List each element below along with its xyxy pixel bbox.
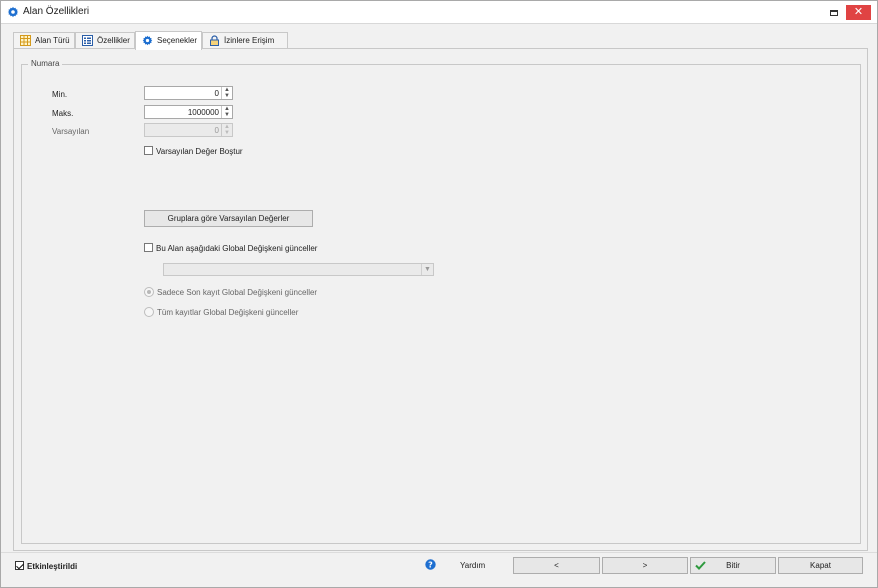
title-bar: Alan Özellikleri ✕ xyxy=(1,1,877,24)
max-spinner-arrows[interactable]: ▲ ▼ xyxy=(221,106,232,118)
radio-all-records[interactable] xyxy=(144,307,154,317)
default-spinner[interactable]: 0 ▲ ▼ xyxy=(144,123,233,137)
max-value: 1000000 xyxy=(187,108,219,117)
tab-field-type[interactable]: Alan Türü xyxy=(13,32,75,49)
footer-separator xyxy=(1,552,877,553)
previous-button[interactable]: < xyxy=(513,557,600,574)
options-panel: Numara Min. 0 ▲ ▼ Maks. 1000000 ▲ ▼ Vars… xyxy=(13,48,868,551)
radio-last-record[interactable] xyxy=(144,287,154,297)
properties-window: Alan Özellikleri ✕ Alan Türü Özellikler … xyxy=(0,0,878,588)
lock-icon xyxy=(210,35,219,46)
group-defaults-button[interactable]: Gruplara göre Varsayılan Değerler xyxy=(144,210,313,227)
enabled-label: Etkinleştirildi xyxy=(27,562,78,571)
finish-button[interactable]: Bitir xyxy=(690,557,776,574)
chevron-down-icon[interactable]: ▼ xyxy=(421,264,433,275)
update-global-label: Bu Alan aşağıdaki Global Değişkeni günce… xyxy=(156,244,318,253)
default-value: 0 xyxy=(214,126,219,135)
tab-options[interactable]: Seçenekler xyxy=(135,31,202,50)
gear-icon xyxy=(7,6,19,18)
tab-properties[interactable]: Özellikler xyxy=(75,32,135,49)
min-label: Min. xyxy=(52,90,68,99)
help-icon[interactable]: ? xyxy=(425,559,436,570)
max-label: Maks. xyxy=(52,109,74,118)
default-empty-label: Varsayılan Değer Boştur xyxy=(156,147,243,156)
tab-access-permissions-label: İzinlere Erişim xyxy=(224,36,275,45)
radio-all-records-label: Tüm kayıtlar Global Değişkeni günceller xyxy=(157,308,299,317)
maximize-button[interactable] xyxy=(827,7,841,19)
number-group-legend: Numara xyxy=(28,59,63,68)
global-variable-select[interactable]: ▼ xyxy=(163,263,434,276)
default-spinner-arrows[interactable]: ▲ ▼ xyxy=(221,124,232,136)
min-value: 0 xyxy=(214,89,219,98)
max-spinner[interactable]: 1000000 ▲ ▼ xyxy=(144,105,233,119)
close-button[interactable]: Kapat xyxy=(778,557,863,574)
list-icon xyxy=(82,35,93,46)
finish-label: Bitir xyxy=(726,561,740,570)
default-empty-checkbox[interactable] xyxy=(144,146,153,155)
gear-icon xyxy=(142,35,153,46)
next-button[interactable]: > xyxy=(602,557,688,574)
update-global-checkbox[interactable] xyxy=(144,243,153,252)
close-window-button[interactable]: ✕ xyxy=(846,5,871,20)
min-spinner-arrows[interactable]: ▲ ▼ xyxy=(221,87,232,99)
enabled-checkbox[interactable] xyxy=(15,561,24,570)
default-label: Varsayılan xyxy=(52,127,90,136)
svg-text:?: ? xyxy=(428,560,433,569)
tab-field-type-label: Alan Türü xyxy=(35,36,70,45)
window-title: Alan Özellikleri xyxy=(23,6,90,17)
tab-access-permissions[interactable]: İzinlere Erişim xyxy=(202,32,288,49)
radio-last-record-label: Sadece Son kayıt Global Değişkeni güncel… xyxy=(157,288,318,297)
spin-down-icon[interactable]: ▼ xyxy=(224,130,230,136)
maximize-icon xyxy=(830,10,838,16)
tab-options-label: Seçenekler xyxy=(157,36,198,45)
spin-down-icon[interactable]: ▼ xyxy=(224,93,230,99)
help-label[interactable]: Yardım xyxy=(460,561,485,570)
table-icon xyxy=(20,35,31,46)
tab-properties-label: Özellikler xyxy=(97,36,130,45)
min-spinner[interactable]: 0 ▲ ▼ xyxy=(144,86,233,100)
checkmark-icon xyxy=(695,561,706,570)
spin-down-icon[interactable]: ▼ xyxy=(224,112,230,118)
